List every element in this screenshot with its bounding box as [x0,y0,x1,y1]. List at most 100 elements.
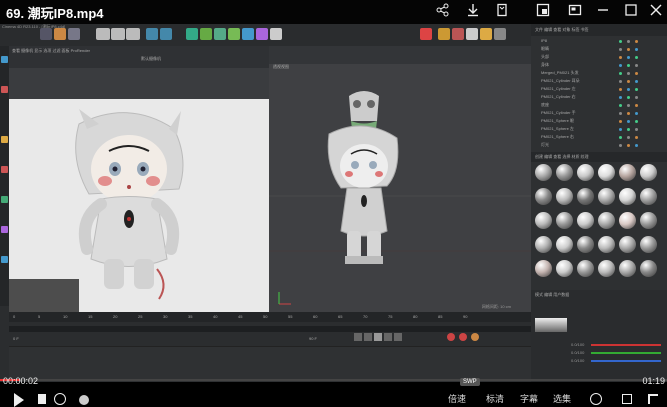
pip-icon[interactable] [534,3,552,21]
fullscreen-icon[interactable] [648,394,658,404]
auto-key-icon[interactable] [459,333,467,341]
object-tag-icon[interactable] [627,64,630,67]
uv-mode-icon[interactable] [1,226,8,233]
speed-button[interactable]: 倍速 [448,392,466,405]
object-tag-icon[interactable] [627,40,630,43]
nurbs-icon[interactable] [214,28,226,40]
material-swatch[interactable] [640,236,657,253]
red-channel-bar[interactable] [591,344,661,346]
layout-icon[interactable] [494,28,506,40]
object-tag-icon[interactable] [627,104,630,107]
object-tag-icon[interactable] [619,56,622,59]
render-settings-icon[interactable] [160,28,172,40]
object-tag-icon[interactable] [627,48,630,51]
material-swatch[interactable] [640,164,657,181]
minimize-icon[interactable] [594,3,612,21]
object-row[interactable]: 灯光 [535,142,663,150]
object-row[interactable]: PM021_Cylinder 手 [535,110,663,118]
material-swatch[interactable] [535,260,552,277]
material-swatch[interactable] [535,212,552,229]
prev-frame-icon[interactable] [364,333,372,341]
next-icon[interactable] [38,394,48,404]
material-swatch[interactable] [577,212,594,229]
progress-track[interactable] [0,379,667,381]
object-tag-icon[interactable] [627,96,630,99]
plugin-icon[interactable] [452,28,464,40]
spline-icon[interactable] [200,28,212,40]
material-swatch[interactable] [640,212,657,229]
green-channel-bar[interactable] [591,352,661,354]
settings-icon[interactable] [590,393,602,405]
object-tag-icon[interactable] [627,88,630,91]
object-row[interactable]: PM021_Cylinder 右 [535,94,663,102]
object-tag-icon[interactable] [635,112,638,115]
object-tag-icon[interactable] [619,120,622,123]
move-tool-icon[interactable] [54,28,66,40]
material-swatch[interactable] [556,188,573,205]
object-tag-icon[interactable] [635,120,638,123]
material-swatch[interactable] [577,164,594,181]
object-row[interactable]: 头部 [535,54,663,62]
object-row[interactable]: PM021_Sphere 右 [535,134,663,142]
object-tag-icon[interactable] [635,104,638,107]
object-tag-icon[interactable] [619,40,622,43]
redshift-icon[interactable] [480,28,492,40]
blue-channel-bar[interactable] [591,360,661,362]
object-row[interactable]: 身体 [535,62,663,70]
next-frame-icon[interactable] [384,333,392,341]
material-swatch[interactable] [619,188,636,205]
points-mode-icon[interactable] [1,136,8,143]
material-swatch[interactable] [598,188,615,205]
pip-mini-icon[interactable] [622,394,632,404]
keyframe-icon[interactable] [471,333,479,341]
object-row[interactable]: PM021_Cylinder 耳朵 [535,78,663,86]
material-swatch[interactable] [598,236,615,253]
material-swatch[interactable] [640,188,657,205]
object-row[interactable]: PM021_Sphere 眼 [535,118,663,126]
object-tag-icon[interactable] [619,48,622,51]
material-swatch[interactable] [619,212,636,229]
render-view-icon[interactable] [146,28,158,40]
object-tag-icon[interactable] [619,64,622,67]
object-tag-icon[interactable] [635,136,638,139]
material-swatch[interactable] [619,164,636,181]
object-tag-icon[interactable] [627,144,630,147]
object-tag-icon[interactable] [635,72,638,75]
object-tag-icon[interactable] [619,72,622,75]
render-viewport[interactable]: 查看 摄像机 显示 选项 过滤 面板 ProRender 默认摄像机 [9,46,269,312]
material-swatch[interactable] [556,212,573,229]
object-row[interactable]: PM021_Cylinder 左 [535,86,663,94]
material-swatch[interactable] [556,260,573,277]
material-swatch[interactable] [556,236,573,253]
object-tag-icon[interactable] [635,128,638,131]
object-tag-icon[interactable] [627,56,630,59]
object-tag-icon[interactable] [627,72,630,75]
close-icon[interactable] [647,3,665,21]
download-icon[interactable] [464,3,482,21]
material-swatch[interactable] [577,236,594,253]
maximize-icon[interactable] [622,3,640,21]
material-icon[interactable] [466,28,478,40]
undo-icon[interactable] [40,28,52,40]
object-tag-icon[interactable] [635,88,638,91]
object-tag-icon[interactable] [627,136,630,139]
deformer-icon[interactable] [228,28,240,40]
material-swatch[interactable] [577,188,594,205]
cube-icon[interactable] [186,28,198,40]
polygon-mode-icon[interactable] [1,196,8,203]
quality-button[interactable]: 标清 [486,392,504,405]
object-tag-icon[interactable] [619,96,622,99]
play-anim-icon[interactable] [374,333,382,341]
subtitle-button[interactable]: 字幕 [520,392,538,405]
object-tag-icon[interactable] [627,112,630,115]
cast-icon[interactable] [54,393,66,405]
object-tag-icon[interactable] [635,56,638,59]
avatar[interactable] [79,395,89,405]
texture-mode-icon[interactable] [1,86,8,93]
render-icon[interactable] [438,28,450,40]
material-swatch[interactable] [577,260,594,277]
scene-icon[interactable] [242,28,254,40]
timeline[interactable]: 0 5 10 15 20 25 30 35 40 45 50 55 60 65 70 75 80 85 90 0 F… [9,312,531,382]
model-mode-icon[interactable] [1,56,8,63]
object-tag-icon[interactable] [619,88,622,91]
